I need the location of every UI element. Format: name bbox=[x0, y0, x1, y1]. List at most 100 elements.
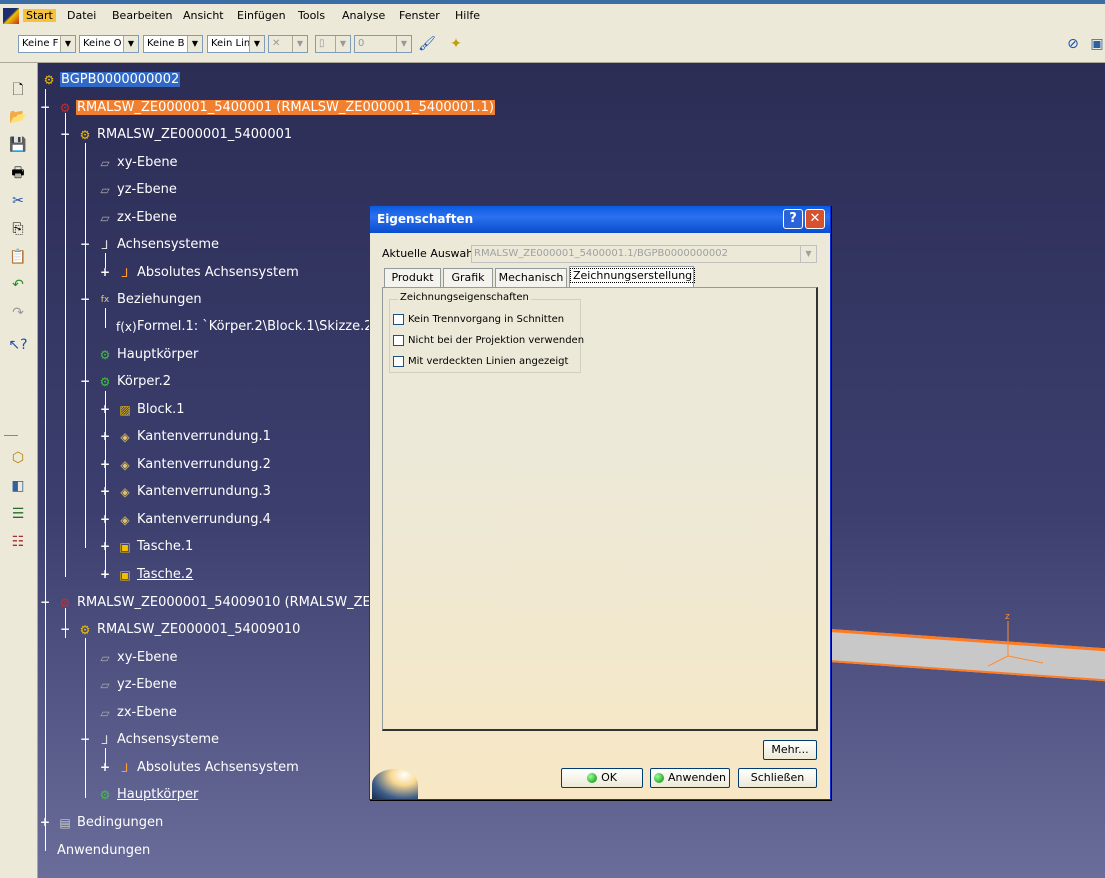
tree-main-body[interactable]: ⚙ Hauptkörper bbox=[96, 345, 199, 365]
expand-icon[interactable]: + bbox=[100, 513, 110, 525]
expand-icon[interactable]: + bbox=[100, 761, 110, 773]
print-icon[interactable]: 🖶 bbox=[8, 163, 28, 183]
help-button[interactable]: ? bbox=[783, 209, 803, 229]
paste-icon[interactable]: 📋 bbox=[8, 247, 28, 267]
tab-zeichnungserstellung[interactable]: Zeichnungserstellung bbox=[569, 266, 696, 288]
collapse-icon[interactable]: − bbox=[60, 623, 70, 635]
fill-color-combo[interactable]: Keine F ▼ bbox=[18, 35, 76, 53]
checkbox-box[interactable] bbox=[393, 313, 404, 325]
checkbox-box[interactable] bbox=[393, 355, 404, 367]
tree-yz-plane[interactable]: ▱ yz-Ebene bbox=[96, 180, 178, 200]
tree-xy-plane-2[interactable]: ▱ xy-Ebene bbox=[96, 648, 179, 668]
apply-button[interactable]: Anwenden bbox=[650, 768, 730, 788]
undo-icon[interactable]: ↶ bbox=[8, 275, 28, 295]
collapse-icon[interactable]: − bbox=[80, 293, 90, 305]
graphic-properties-wizard-icon[interactable]: ✦ bbox=[446, 34, 466, 54]
no-section-cut-checkbox[interactable]: Kein Trennvorgang in Schnitten bbox=[393, 312, 564, 328]
expand-icon[interactable]: + bbox=[40, 816, 50, 828]
tree-root[interactable]: ⚙ BGPB0000000002 bbox=[40, 70, 181, 90]
tree-constraints[interactable]: ▤ Bedingungen bbox=[56, 813, 164, 833]
tree-yz-plane-2[interactable]: ▱ yz-Ebene bbox=[96, 675, 178, 695]
collapse-icon[interactable]: − bbox=[80, 375, 90, 387]
menu-einfuegen[interactable]: Einfügen bbox=[237, 9, 286, 22]
line-color-combo[interactable]: Keine B ▼ bbox=[143, 35, 203, 53]
tree-relations[interactable]: fx Beziehungen bbox=[96, 290, 203, 310]
new-document-icon[interactable]: 🗋 bbox=[8, 80, 28, 100]
menu-bearbeiten[interactable]: Bearbeiten bbox=[112, 9, 172, 22]
existing-component-icon[interactable]: ◧ bbox=[8, 476, 28, 496]
tree-zx-plane-2[interactable]: ▱ zx-Ebene bbox=[96, 703, 178, 723]
close-icon[interactable]: ✕ bbox=[805, 209, 825, 229]
tree-zx-plane[interactable]: ▱ zx-Ebene bbox=[96, 208, 178, 228]
menu-analyse[interactable]: Analyse bbox=[342, 9, 385, 22]
line-type-combo[interactable]: Kein Lin ▼ bbox=[207, 35, 265, 53]
expand-icon[interactable]: + bbox=[100, 485, 110, 497]
generate-numbering-icon[interactable]: ☷ bbox=[8, 532, 28, 552]
cut-icon[interactable]: ✂ bbox=[8, 191, 28, 211]
redo-icon[interactable]: ↷ bbox=[8, 303, 28, 323]
line-width-combo[interactable]: 0 ▼ bbox=[354, 35, 412, 53]
save-icon[interactable]: 💾 bbox=[8, 135, 28, 155]
tree-formula[interactable]: f(x)Formel.1: `Körper.2\Block.1\Skizze.2… bbox=[116, 317, 380, 337]
copy-icon[interactable]: ⎘ bbox=[8, 219, 28, 239]
tree-axis-systems-2[interactable]: ⅃ Achsensysteme bbox=[96, 730, 220, 750]
tree-product-1[interactable]: ⚙ RMALSW_ZE000001_5400001 (RMALSW_ZE00000… bbox=[56, 98, 495, 118]
tree-absolute-axis-2[interactable]: ⅃ Absolutes Achsensystem bbox=[116, 758, 300, 778]
checkbox-box[interactable] bbox=[393, 334, 404, 346]
point-symbol-combo[interactable]: ✕ ▼ bbox=[268, 35, 308, 53]
3d-part-beam[interactable] bbox=[827, 629, 1105, 685]
tree-fillet-3[interactable]: ◈ Kantenverrundung.3 bbox=[116, 482, 272, 502]
product-icon[interactable]: ▣ bbox=[1087, 34, 1105, 54]
tree-applications[interactable]: Anwendungen bbox=[56, 841, 151, 861]
expand-icon[interactable]: + bbox=[100, 568, 110, 580]
menu-start[interactable]: Start bbox=[23, 9, 56, 22]
no-projection-checkbox[interactable]: Nicht bei der Projektion verwenden bbox=[393, 333, 584, 349]
dialog-titlebar[interactable]: Eigenschaften ? ✕ bbox=[370, 206, 830, 233]
expand-icon[interactable]: + bbox=[100, 266, 110, 278]
menu-fenster[interactable]: Fenster bbox=[399, 9, 440, 22]
tree-part-1[interactable]: ⚙ RMALSW_ZE000001_5400001 bbox=[76, 125, 293, 145]
expand-icon[interactable]: + bbox=[100, 403, 110, 415]
insert-component-icon[interactable]: ⬡ bbox=[8, 448, 28, 468]
tree-pocket-1[interactable]: ▣ Tasche.1 bbox=[116, 537, 194, 557]
link-icon[interactable]: ⊘ bbox=[1063, 34, 1083, 54]
tab-grafik[interactable]: Grafik bbox=[443, 268, 493, 287]
open-folder-icon[interactable]: 📂 bbox=[8, 107, 28, 127]
menu-ansicht[interactable]: Ansicht bbox=[183, 9, 224, 22]
tree-absolute-axis[interactable]: ⅃ Absolutes Achsensystem bbox=[116, 263, 300, 283]
tree-reorder-icon[interactable]: ☰ bbox=[8, 504, 28, 524]
tree-product-2[interactable]: ⚙ RMALSW_ZE000001_54009010 (RMALSW_ZE bbox=[56, 593, 372, 613]
tree-fillet-1[interactable]: ◈ Kantenverrundung.1 bbox=[116, 427, 272, 447]
collapse-icon[interactable]: − bbox=[60, 128, 70, 140]
menu-tools[interactable]: Tools bbox=[298, 9, 325, 22]
catia-app-icon[interactable] bbox=[3, 8, 19, 24]
hidden-lines-checkbox[interactable]: Mit verdeckten Linien angezeigt bbox=[393, 354, 568, 370]
tree-pocket-2[interactable]: ▣ Tasche.2 bbox=[116, 565, 194, 585]
expand-icon[interactable]: + bbox=[100, 458, 110, 470]
layer-combo[interactable]: ▯ ▼ bbox=[315, 35, 351, 53]
expand-icon[interactable]: + bbox=[100, 430, 110, 442]
menu-hilfe[interactable]: Hilfe bbox=[455, 9, 480, 22]
ok-button[interactable]: OK bbox=[561, 768, 643, 788]
tree-fillet-2[interactable]: ◈ Kantenverrundung.2 bbox=[116, 455, 272, 475]
tree-main-body-2[interactable]: ⚙ Hauptkörper bbox=[96, 785, 199, 805]
tree-part-2[interactable]: ⚙ RMALSW_ZE000001_54009010 bbox=[76, 620, 301, 640]
whats-this-help-icon[interactable]: ↖? bbox=[8, 335, 28, 355]
tree-block-1[interactable]: ▨ Block.1 bbox=[116, 400, 186, 420]
collapse-icon[interactable]: − bbox=[80, 238, 90, 250]
collapse-icon[interactable]: − bbox=[80, 733, 90, 745]
collapse-icon[interactable]: − bbox=[40, 596, 50, 608]
tab-mechanisch[interactable]: Mechanisch bbox=[495, 268, 567, 287]
menu-datei[interactable]: Datei bbox=[67, 9, 96, 22]
expand-icon[interactable]: + bbox=[100, 540, 110, 552]
close-button[interactable]: Schließen bbox=[738, 768, 817, 788]
tree-axis-systems[interactable]: ⅃ Achsensysteme bbox=[96, 235, 220, 255]
tree-fillet-4[interactable]: ◈ Kantenverrundung.4 bbox=[116, 510, 272, 530]
tree-xy-plane[interactable]: ▱ xy-Ebene bbox=[96, 153, 179, 173]
more-button[interactable]: Mehr... bbox=[763, 740, 817, 760]
collapse-icon[interactable]: − bbox=[40, 101, 50, 113]
painter-brush-icon[interactable]: 🖌 bbox=[417, 34, 437, 54]
tree-body-2[interactable]: ⚙ Körper.2 bbox=[96, 372, 172, 392]
transparency-combo[interactable]: Keine O ▼ bbox=[79, 35, 139, 53]
current-selection-combo[interactable]: RMALSW_ZE000001_5400001.1/BGPB0000000002… bbox=[471, 245, 817, 263]
